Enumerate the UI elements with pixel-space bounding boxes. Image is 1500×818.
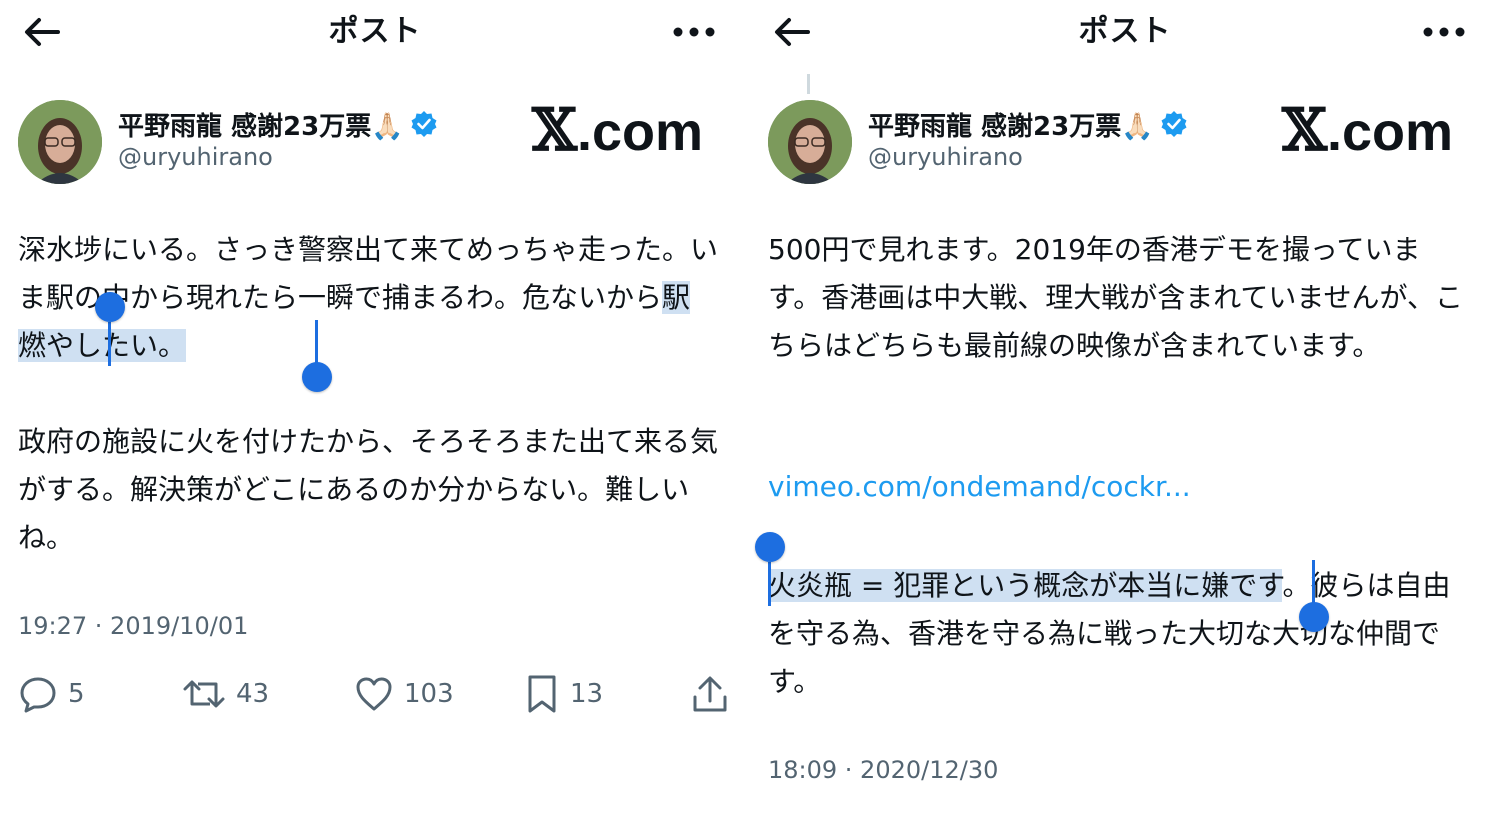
selected-text[interactable]: 火炎瓶 = 犯罪という概念が本当に嫌です <box>768 569 1283 602</box>
bookmark-count: 13 <box>570 679 604 709</box>
more-dots-icon <box>673 27 715 37</box>
avatar[interactable] <box>18 100 102 184</box>
selection-end-handle[interactable] <box>1299 602 1329 632</box>
display-name[interactable]: 平野雨龍 感謝23万票🙏🏻 <box>118 106 404 143</box>
more-options-button[interactable] <box>672 20 716 44</box>
vimeo-link[interactable]: vimeo.com/ondemand/cockr... <box>768 470 1191 503</box>
tweet-text-paragraph-2[interactable]: 火炎瓶 = 犯罪という概念が本当に嫌です。彼らは自由を守る為、香港を守る為に戦っ… <box>768 562 1468 706</box>
selection-start-caret <box>108 322 111 366</box>
more-options-button[interactable] <box>1422 20 1466 44</box>
author-name-row[interactable]: 平野雨龍 感謝23万票🙏🏻 <box>868 106 1188 142</box>
more-dots-icon <box>1423 27 1465 37</box>
reply-count: 5 <box>68 679 85 709</box>
user-handle[interactable]: @uryuhirano <box>868 143 1023 171</box>
selection-start-caret <box>768 562 771 606</box>
share-icon <box>693 676 727 712</box>
avatar[interactable] <box>768 100 852 184</box>
top-bar: ポスト <box>750 0 1500 64</box>
xcom-watermark-logo: 𝕏 .com <box>1282 96 1454 164</box>
bookmark-icon <box>528 675 556 713</box>
selection-end-handle[interactable] <box>302 362 332 392</box>
verified-badge-icon <box>1161 111 1187 137</box>
action-bar: 5 43 103 13 <box>18 672 730 716</box>
repost-icon <box>183 680 225 708</box>
selection-end-caret <box>1312 560 1315 606</box>
thread-connector-line <box>807 74 810 94</box>
like-count: 103 <box>404 679 454 709</box>
repost-button[interactable]: 43 <box>182 672 269 716</box>
x-logo-icon: 𝕏 <box>532 96 578 164</box>
share-button[interactable] <box>690 672 730 716</box>
reply-button[interactable]: 5 <box>18 672 85 716</box>
tweet-text-paragraph-2: 政府の施設に火を付けたから、そろそろまた出て来る気がする。解決策がどこにあるのか… <box>18 425 719 554</box>
post-screen-left: ポスト 平野雨龍 感謝23万票🙏🏻 @uryuhirano 𝕏 .com 深水埗… <box>0 0 750 818</box>
post-timestamp[interactable]: 19:27 · 2019/10/01 <box>18 612 248 640</box>
selection-start-handle[interactable] <box>95 292 125 322</box>
repost-count: 43 <box>236 679 270 709</box>
bookmark-button[interactable]: 13 <box>524 672 603 716</box>
avatar-portrait-icon <box>18 100 102 184</box>
avatar-portrait-icon <box>768 100 852 184</box>
tweet-text-paragraph-1[interactable]: 深水埗にいる。さっき警察出て来てめっちゃ走った。いま駅の中から現れたら一瞬で捕ま… <box>18 226 718 370</box>
tweet-text-paragraph-1: 500円で見れます。2019年の香港デモを撮っています。香港画は中大戦、理大戦が… <box>768 233 1463 362</box>
heart-icon <box>356 677 392 711</box>
top-bar: ポスト <box>0 0 750 64</box>
post-screen-right: ポスト 平野雨龍 感謝23万票🙏🏻 @uryuhirano 𝕏 .com 500… <box>750 0 1500 818</box>
x-logo-icon: 𝕏 <box>1282 96 1328 164</box>
reply-icon <box>20 677 56 713</box>
selection-end-caret <box>315 320 318 366</box>
watermark-text: .com <box>577 102 704 162</box>
author-name-row[interactable]: 平野雨龍 感謝23万票🙏🏻 <box>118 106 438 142</box>
page-title: ポスト <box>328 14 422 49</box>
display-name[interactable]: 平野雨龍 感謝23万票🙏🏻 <box>868 106 1154 143</box>
selection-start-handle[interactable] <box>755 532 785 562</box>
watermark-text: .com <box>1327 102 1454 162</box>
page-title: ポスト <box>1078 14 1172 49</box>
post-timestamp[interactable]: 18:09 · 2020/12/30 <box>768 756 998 784</box>
user-handle[interactable]: @uryuhirano <box>118 143 273 171</box>
verified-badge-icon <box>411 111 437 137</box>
like-button[interactable]: 103 <box>354 672 454 716</box>
xcom-watermark-logo: 𝕏 .com <box>532 96 704 164</box>
